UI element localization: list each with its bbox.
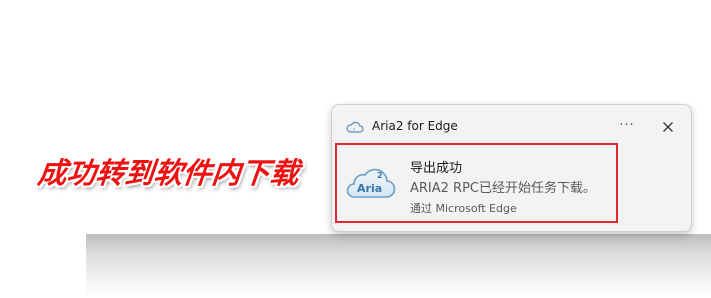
- app-cloud-icon: A: [346, 121, 364, 133]
- aria2-logo-text: Aria: [357, 182, 382, 195]
- more-options-button[interactable]: ···: [616, 116, 638, 138]
- aria2-cloud-icon: 2 Aria: [346, 168, 396, 198]
- screenshot-stage: 成功转到软件内下载 A Aria2 for Edge ··· 2 Aria 导出…: [0, 0, 711, 298]
- svg-text:A: A: [353, 128, 356, 132]
- toast-app-title: Aria2 for Edge: [372, 119, 458, 133]
- toast-heading: 导出成功: [410, 161, 463, 176]
- toast-source: 通过 Microsoft Edge: [410, 202, 517, 215]
- annotation-caption: 成功转到软件内下载: [36, 156, 301, 190]
- toast-body: ARIA2 RPC已经开始任务下载。: [410, 181, 597, 196]
- background-panel: [86, 234, 711, 298]
- toast-notification[interactable]: A Aria2 for Edge ··· 2 Aria 导出成功 ARIA2 R…: [331, 104, 692, 232]
- aria2-logo-badge: 2: [377, 171, 383, 180]
- close-icon[interactable]: [658, 117, 678, 137]
